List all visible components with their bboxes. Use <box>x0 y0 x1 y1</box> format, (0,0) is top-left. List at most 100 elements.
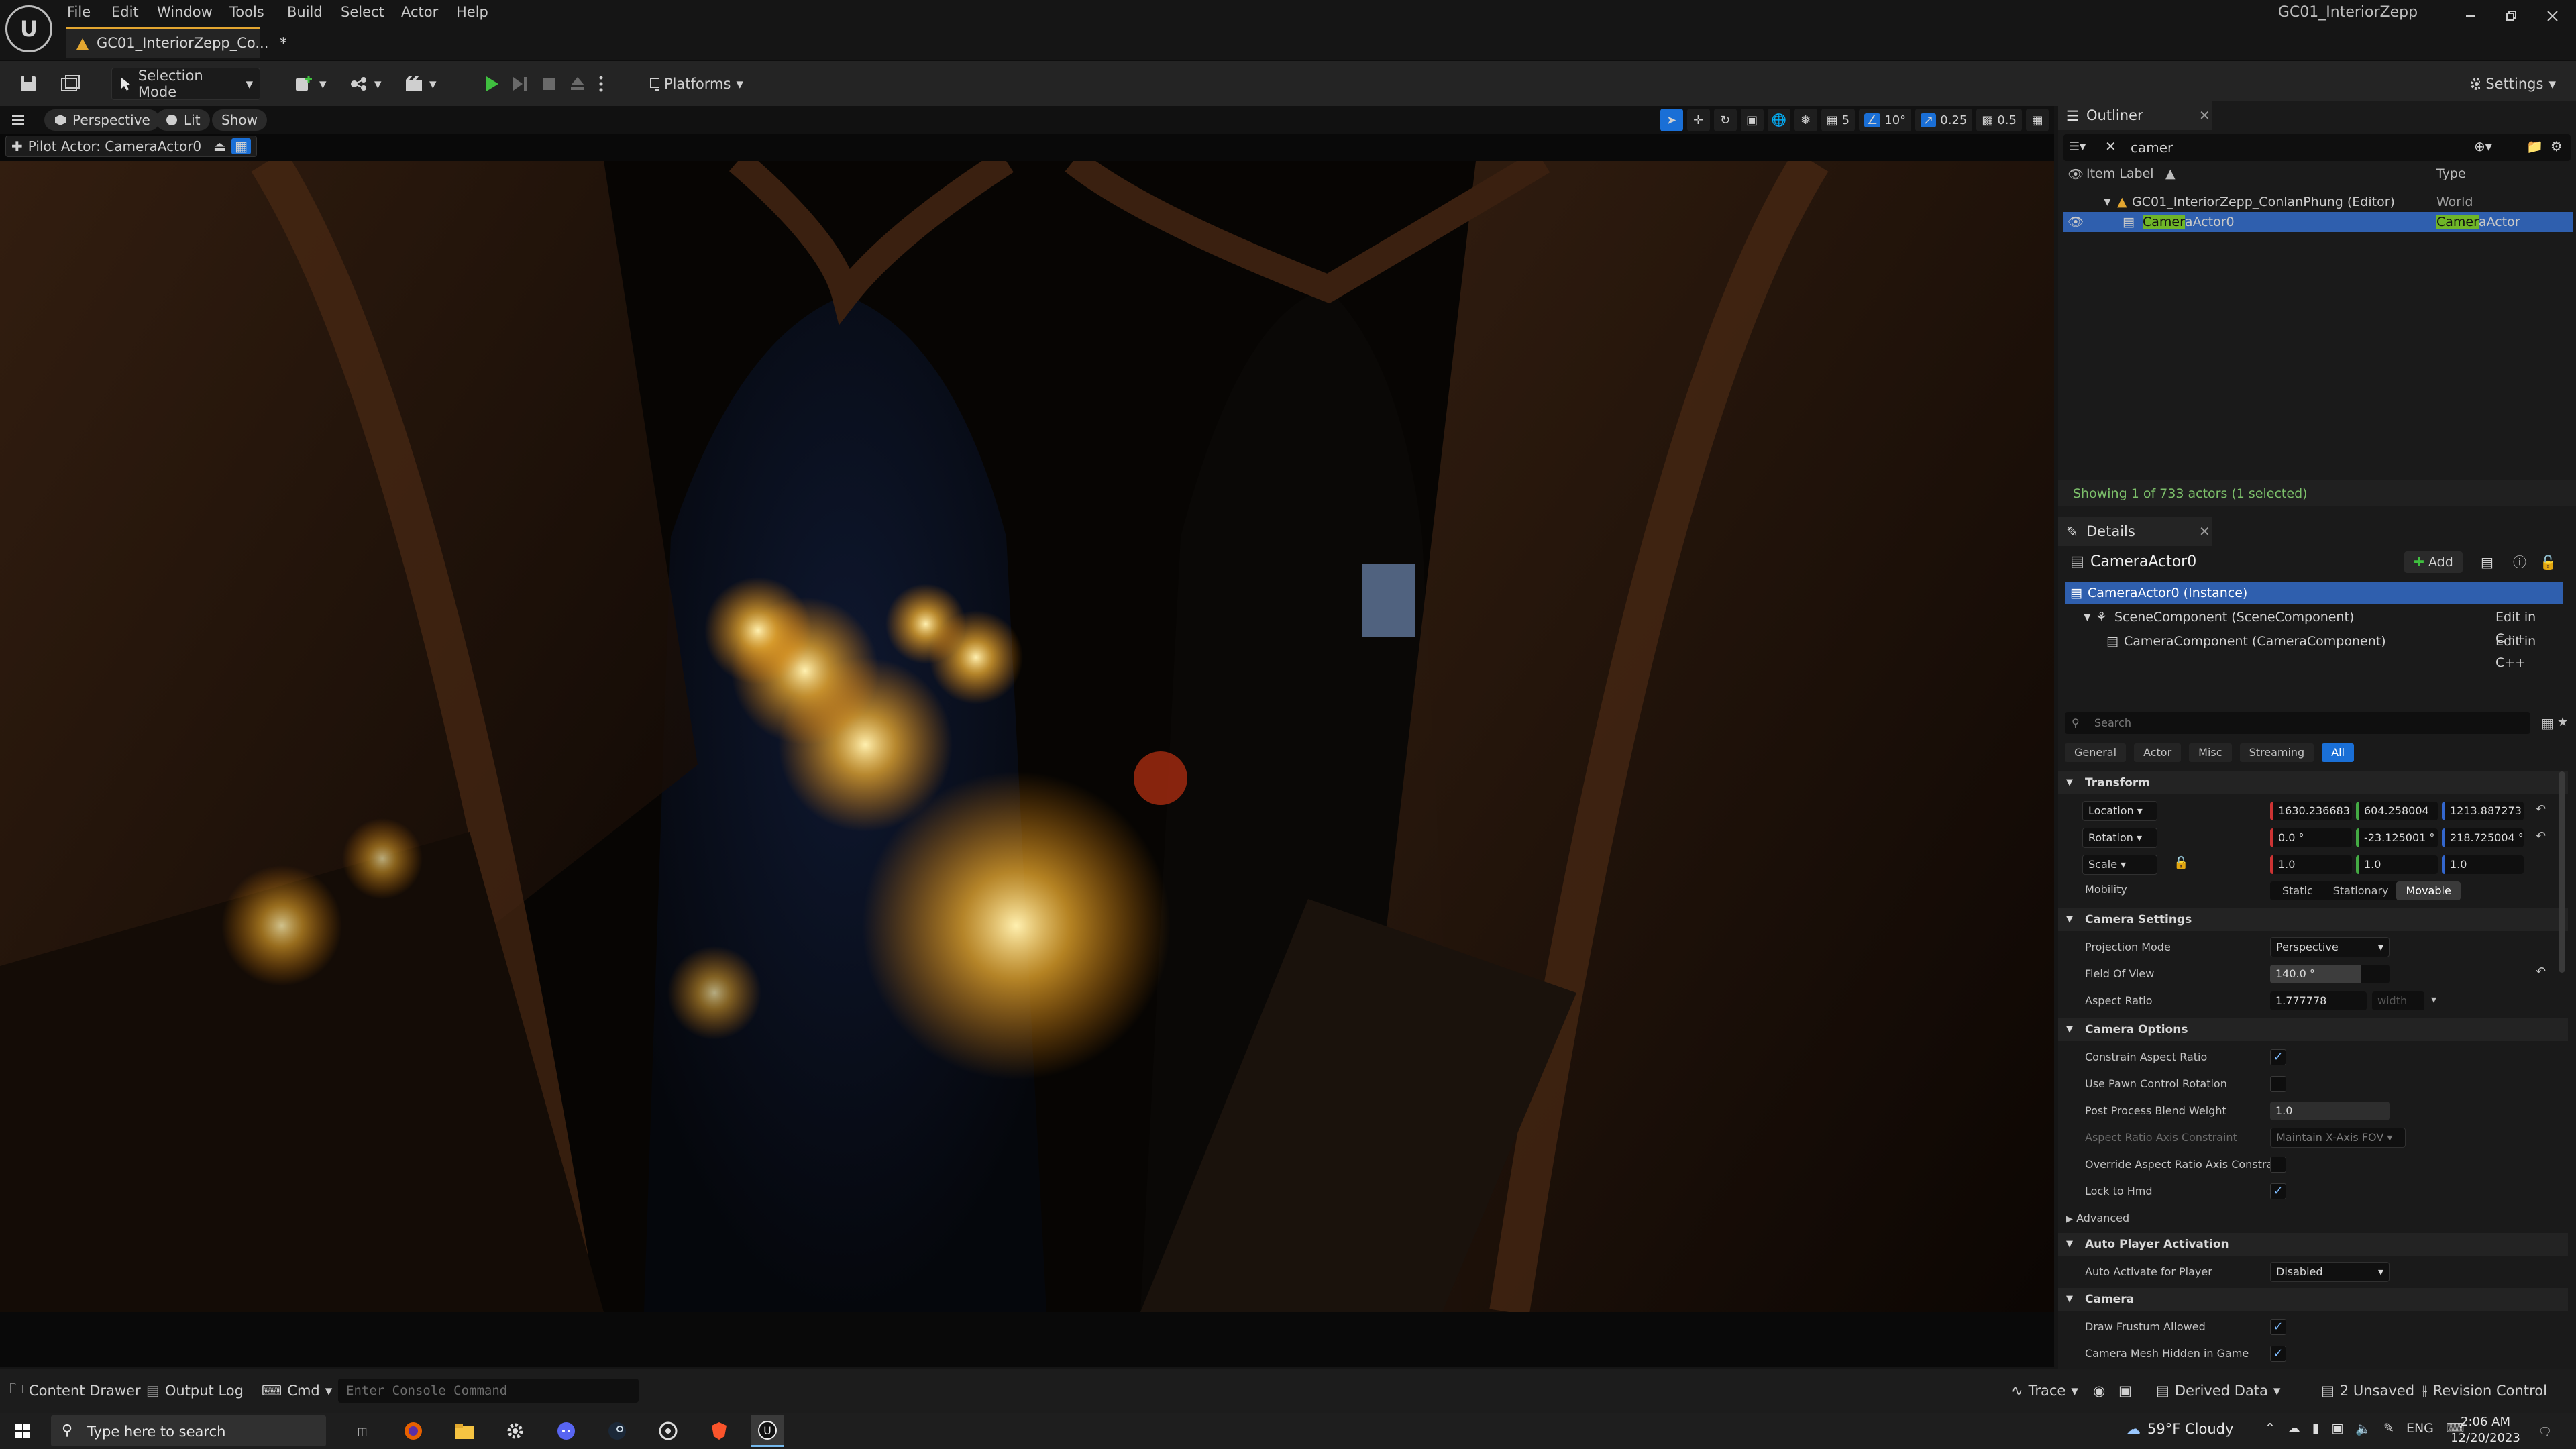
angle-snap-toggle[interactable]: ∠ 10° <box>1859 109 1912 131</box>
advanced-expander[interactable]: ▶ Advanced <box>2066 1206 2261 1230</box>
pen-icon[interactable]: ✎ <box>2383 1421 2394 1436</box>
location-dropdown[interactable]: Location ▾ <box>2082 801 2157 821</box>
add-component-button[interactable]: ✚ Add <box>2404 551 2463 573</box>
close-icon[interactable]: ✕ <box>2199 523 2210 539</box>
mobility-stationary[interactable]: Stationary <box>2325 881 2397 900</box>
camera-speed-button[interactable]: ▩ 0.5 <box>1976 109 2022 131</box>
notification-icon[interactable]: 🗨 <box>2532 1417 2559 1444</box>
translate-tool-icon[interactable]: ✛ <box>1686 109 1710 131</box>
restore-icon[interactable] <box>2487 1 2534 31</box>
component-row-camera[interactable]: ▤ CameraComponent (CameraComponent) Edit… <box>2058 631 2568 670</box>
output-log-button[interactable]: ▤ Output Log <box>146 1379 244 1403</box>
clear-search-icon[interactable]: ✕ <box>2105 138 2116 154</box>
revision-control-button[interactable]: ⫳ Revision Control <box>2422 1379 2547 1403</box>
component-row-instance[interactable]: ▤ CameraActor0 (Instance) <box>2065 582 2563 604</box>
lit-button[interactable]: Lit <box>156 109 210 131</box>
filter-general[interactable]: General <box>2065 743 2127 762</box>
menu-actor[interactable]: Actor <box>401 1 438 23</box>
clock[interactable]: 2:06 AM 12/20/2023 <box>2449 1414 2522 1446</box>
camera-mesh-hidden-checkbox[interactable]: ✓ <box>2270 1346 2286 1362</box>
location-x-field[interactable]: 1630.236683 <box>2270 802 2352 820</box>
category-camera-options[interactable]: ▼ Camera Options <box>2058 1018 2568 1041</box>
console-command-input[interactable]: Enter Console Command <box>338 1379 639 1403</box>
taskbar-search-input[interactable]: ⚲ Type here to search <box>51 1415 326 1446</box>
pawn-control-rotation-checkbox[interactable] <box>2270 1076 2286 1092</box>
filter-all[interactable]: All <box>2322 743 2355 762</box>
collapse-arrow-icon[interactable]: ▼ <box>2084 606 2091 628</box>
add-actor-button[interactable]: ▾ <box>287 68 333 100</box>
component-row-scene[interactable]: ▼ ⚘ SceneComponent (SceneComponent) Edit… <box>2058 606 2568 646</box>
viewport-menu-icon[interactable] <box>7 109 30 131</box>
unsaved-button[interactable]: ▤ 2 Unsaved <box>2321 1379 2414 1403</box>
weather-widget[interactable]: ☁ 59°F Cloudy <box>2127 1421 2233 1437</box>
scale-z-field[interactable]: 1.0 <box>2442 855 2524 874</box>
blueprint-button[interactable]: ▾ <box>342 68 388 100</box>
world-space-icon[interactable]: 🌐 <box>1767 109 1790 131</box>
eject-pilot-icon[interactable]: ⏏ <box>213 138 226 154</box>
scale-dropdown[interactable]: Scale ▾ <box>2082 855 2157 875</box>
aspect-ratio-field[interactable]: 1.777778 <box>2270 991 2367 1010</box>
task-view-icon[interactable]: ◫ <box>349 1417 376 1444</box>
lock-icon[interactable]: 🔓 <box>2540 549 2557 576</box>
settings-gear-icon[interactable] <box>502 1417 529 1444</box>
gear-icon[interactable]: ⚙ <box>2551 138 2563 154</box>
help-icon[interactable]: ⓘ <box>2513 549 2526 576</box>
category-transform[interactable]: ▼ Transform <box>2058 771 2568 794</box>
windows-start-icon[interactable] <box>9 1417 36 1444</box>
fov-slider-field[interactable]: 140.0 ° <box>2270 965 2390 983</box>
viewport-layout-icon[interactable]: ▦ <box>2026 109 2049 131</box>
close-icon[interactable]: ✕ <box>2199 107 2210 123</box>
constrain-aspect-checkbox[interactable]: ✓ <box>2270 1049 2286 1065</box>
level-document-tab[interactable]: GC01_InteriorZepp_Co... * <box>66 27 287 58</box>
type-column[interactable]: Type <box>2436 166 2466 181</box>
tree-row-camera-actor[interactable]: 👁 ▤ CameraActor0 CameraActor <box>2063 212 2573 232</box>
filter-misc[interactable]: Misc <box>2189 743 2232 762</box>
reset-to-default-icon[interactable]: ↶ <box>2536 802 2546 816</box>
details-search-input[interactable]: ⚲ Search <box>2065 712 2530 734</box>
platforms-dropdown[interactable]: Platforms ▾ <box>643 68 750 100</box>
draw-frustum-checkbox[interactable]: ✓ <box>2270 1319 2286 1335</box>
mobility-movable[interactable]: Movable <box>2396 881 2461 900</box>
item-label-column[interactable]: Item Label <box>2086 166 2154 181</box>
outliner-search-input[interactable]: ☰▾ ✕ camer ⊕▾ 📁 ⚙ <box>2063 134 2571 161</box>
scale-x-field[interactable]: 1.0 <box>2270 855 2352 874</box>
blueprint-icon[interactable]: ▤ <box>2481 549 2493 576</box>
filter-actor[interactable]: Actor <box>2134 743 2182 762</box>
scale-snap-toggle[interactable]: ↗ 0.25 <box>1915 109 1973 131</box>
menu-window[interactable]: Window <box>157 1 213 23</box>
brave-icon[interactable] <box>706 1417 733 1444</box>
battery-icon[interactable]: ▮ <box>2312 1421 2319 1436</box>
cinematics-button[interactable]: ▾ <box>397 68 443 100</box>
volume-icon[interactable]: 🔈 <box>2355 1421 2371 1436</box>
category-camera-settings[interactable]: ▼ Camera Settings <box>2058 908 2568 931</box>
rotation-y-field[interactable]: -23.125001 ° <box>2356 828 2438 847</box>
file-explorer-icon[interactable] <box>451 1417 478 1444</box>
derived-data-dropdown[interactable]: ▤ Derived Data ▾ <box>2156 1379 2280 1403</box>
lock-to-hmd-checkbox[interactable]: ✓ <box>2270 1183 2286 1199</box>
perspective-button[interactable]: Perspective <box>44 109 160 131</box>
content-browser-icon[interactable] <box>54 68 87 100</box>
onedrive-icon[interactable]: ☁ <box>2288 1421 2300 1436</box>
cmd-dropdown[interactable]: ⌨ Cmd ▾ <box>262 1379 332 1403</box>
tree-row-world[interactable]: ▼ ▲ GC01_InteriorZepp_ConlanPhung (Edito… <box>2063 192 2573 212</box>
steam-icon[interactable] <box>604 1417 631 1444</box>
select-tool-icon[interactable]: ➤ <box>1660 109 1683 131</box>
settings-dropdown[interactable]: Settings ▾ <box>2462 68 2563 100</box>
mobility-static[interactable]: Static <box>2270 881 2325 900</box>
rotation-x-field[interactable]: 0.0 ° <box>2270 828 2352 847</box>
surface-snap-icon[interactable]: ❅ <box>1794 109 1817 131</box>
menu-edit[interactable]: Edit <box>111 1 139 23</box>
network-icon[interactable]: ▣ <box>2331 1421 2343 1436</box>
visibility-eye-icon[interactable]: 👁 <box>2068 212 2084 232</box>
menu-file[interactable]: File <box>67 1 91 23</box>
selection-mode-dropdown[interactable]: Selection Mode ▾ <box>111 68 260 100</box>
trace-dropdown[interactable]: ∿ Trace ▾ <box>2011 1379 2078 1403</box>
level-viewport[interactable]: Perspective Lit Show ➤ ✛ ↻ ▣ 🌐 ❅ ▦ 5 ∠ 10°… <box>0 106 2054 1367</box>
firefox-icon[interactable] <box>400 1417 427 1444</box>
eject-button[interactable] <box>562 68 593 100</box>
play-button[interactable] <box>476 68 507 100</box>
location-y-field[interactable]: 604.258004 <box>2356 802 2438 820</box>
visibility-column-icon[interactable]: 👁 <box>2068 166 2084 182</box>
menu-help[interactable]: Help <box>456 1 488 23</box>
unreal-engine-taskbar-icon[interactable]: U <box>751 1415 784 1447</box>
